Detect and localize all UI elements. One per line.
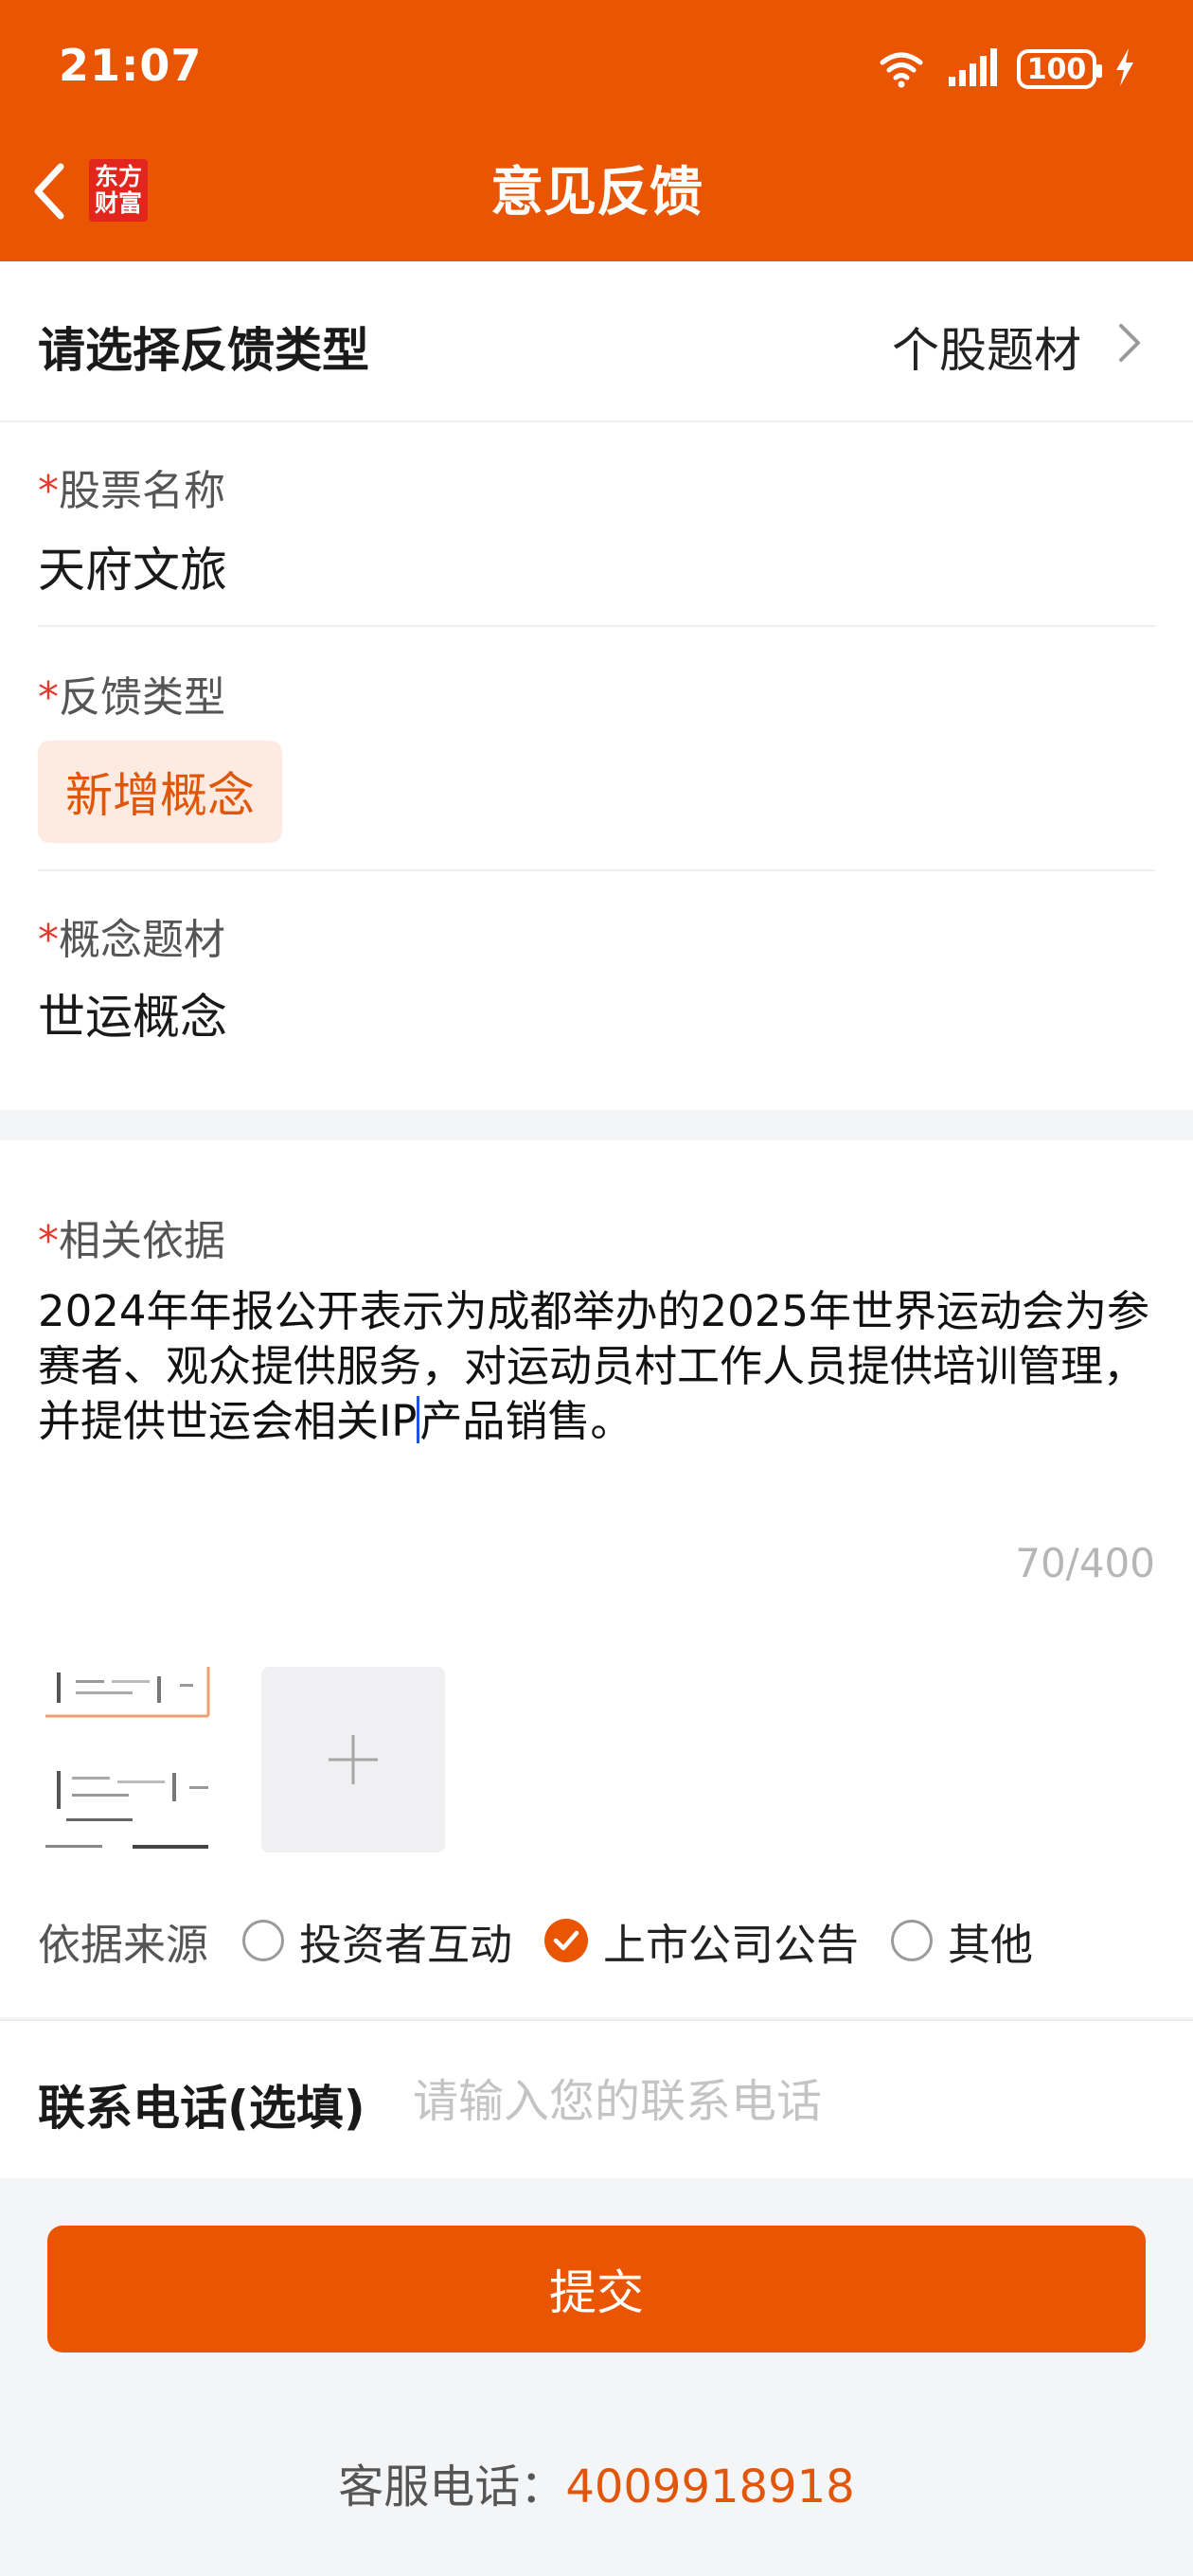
- required-mark: *: [38, 467, 59, 515]
- basis-label: *相关依据: [38, 1207, 225, 1267]
- source-option-label: 其他: [948, 1919, 1034, 1970]
- concept-label-text: 概念题材: [59, 916, 225, 964]
- attachment-thumbnail[interactable]: [38, 1667, 227, 1856]
- radio-checked-icon[interactable]: [544, 1919, 589, 1962]
- source-option-label: 投资者互动: [299, 1919, 513, 1970]
- feedback-type-selector[interactable]: 请选择反馈类型 个股题材: [0, 261, 1193, 422]
- service-phone-link[interactable]: 4009918918: [565, 2460, 854, 2513]
- source-label: 依据来源: [38, 1919, 209, 1970]
- source-option-investor-interaction[interactable]: 投资者互动: [242, 1910, 512, 1972]
- charging-icon: [1113, 46, 1136, 92]
- phone-label: 联系电话(选填): [38, 2081, 365, 2136]
- divider: [38, 869, 1155, 871]
- battery-icon: 100: [1017, 49, 1102, 89]
- status-icons: 100: [873, 45, 1136, 93]
- page-title: 意见反馈: [490, 162, 703, 224]
- source-option-other[interactable]: 其他: [891, 1910, 1033, 1972]
- service-label: 客服电话：: [338, 2460, 566, 2513]
- basis-text-after-cursor: 产品销售。: [419, 1396, 633, 1446]
- customer-service: 客服电话：4009918918: [0, 2449, 1193, 2515]
- basis-label-text: 相关依据: [59, 1217, 225, 1265]
- app-header: 21:07 100 东方 财富 意见反馈: [0, 0, 1193, 261]
- add-photo-button[interactable]: [261, 1667, 445, 1852]
- required-mark: *: [38, 673, 59, 722]
- feedback-category-chip[interactable]: 新增概念: [38, 741, 282, 843]
- wifi-icon: [873, 45, 930, 93]
- phone-section: 联系电话(选填): [0, 2019, 1193, 2178]
- source-option-label: 上市公司公告: [603, 1919, 860, 1970]
- submit-button[interactable]: 提交: [47, 2226, 1146, 2352]
- feedback-type-label: 请选择反馈类型: [38, 323, 369, 378]
- plus-icon: [329, 1735, 378, 1784]
- char-counter: 70/400: [1015, 1540, 1155, 1586]
- concept-label: *概念题材: [38, 905, 225, 966]
- divider: [38, 625, 1155, 627]
- feedback-type-value[interactable]: 个股题材: [892, 313, 1081, 381]
- stock-name-label-text: 股票名称: [59, 467, 225, 515]
- concept-value[interactable]: 世运概念: [38, 979, 227, 1047]
- stock-name-label: *股票名称: [38, 456, 225, 517]
- radio-unchecked-icon[interactable]: [891, 1920, 934, 1961]
- form-section: *股票名称 天府文旅 *反馈类型 新增概念 *概念题材 世运概念: [0, 422, 1193, 1110]
- radio-unchecked-icon[interactable]: [242, 1920, 285, 1961]
- feedback-category-label-text: 反馈类型: [59, 673, 225, 722]
- status-time: 21:07: [59, 40, 203, 91]
- source-option-company-announcement[interactable]: 上市公司公告: [544, 1910, 859, 1972]
- source-radio-group: 依据来源 投资者互动 上市公司公告 其他: [38, 1907, 1065, 1974]
- phone-input[interactable]: [413, 2059, 1151, 2144]
- signal-icon: [947, 46, 1000, 92]
- required-mark: *: [38, 916, 59, 964]
- feedback-category-label: *反馈类型: [38, 663, 225, 724]
- required-mark: *: [38, 1217, 59, 1265]
- basis-textarea[interactable]: 2024年年报公开表示为成都举办的2025年世界运动会为参赛者、观众提供服务，对…: [38, 1284, 1155, 1449]
- stock-name-value[interactable]: 天府文旅: [38, 532, 227, 600]
- chevron-right-icon[interactable]: [1117, 322, 1142, 367]
- basis-section: *相关依据 2024年年报公开表示为成都举办的2025年世界运动会为参赛者、观众…: [0, 1140, 1193, 2017]
